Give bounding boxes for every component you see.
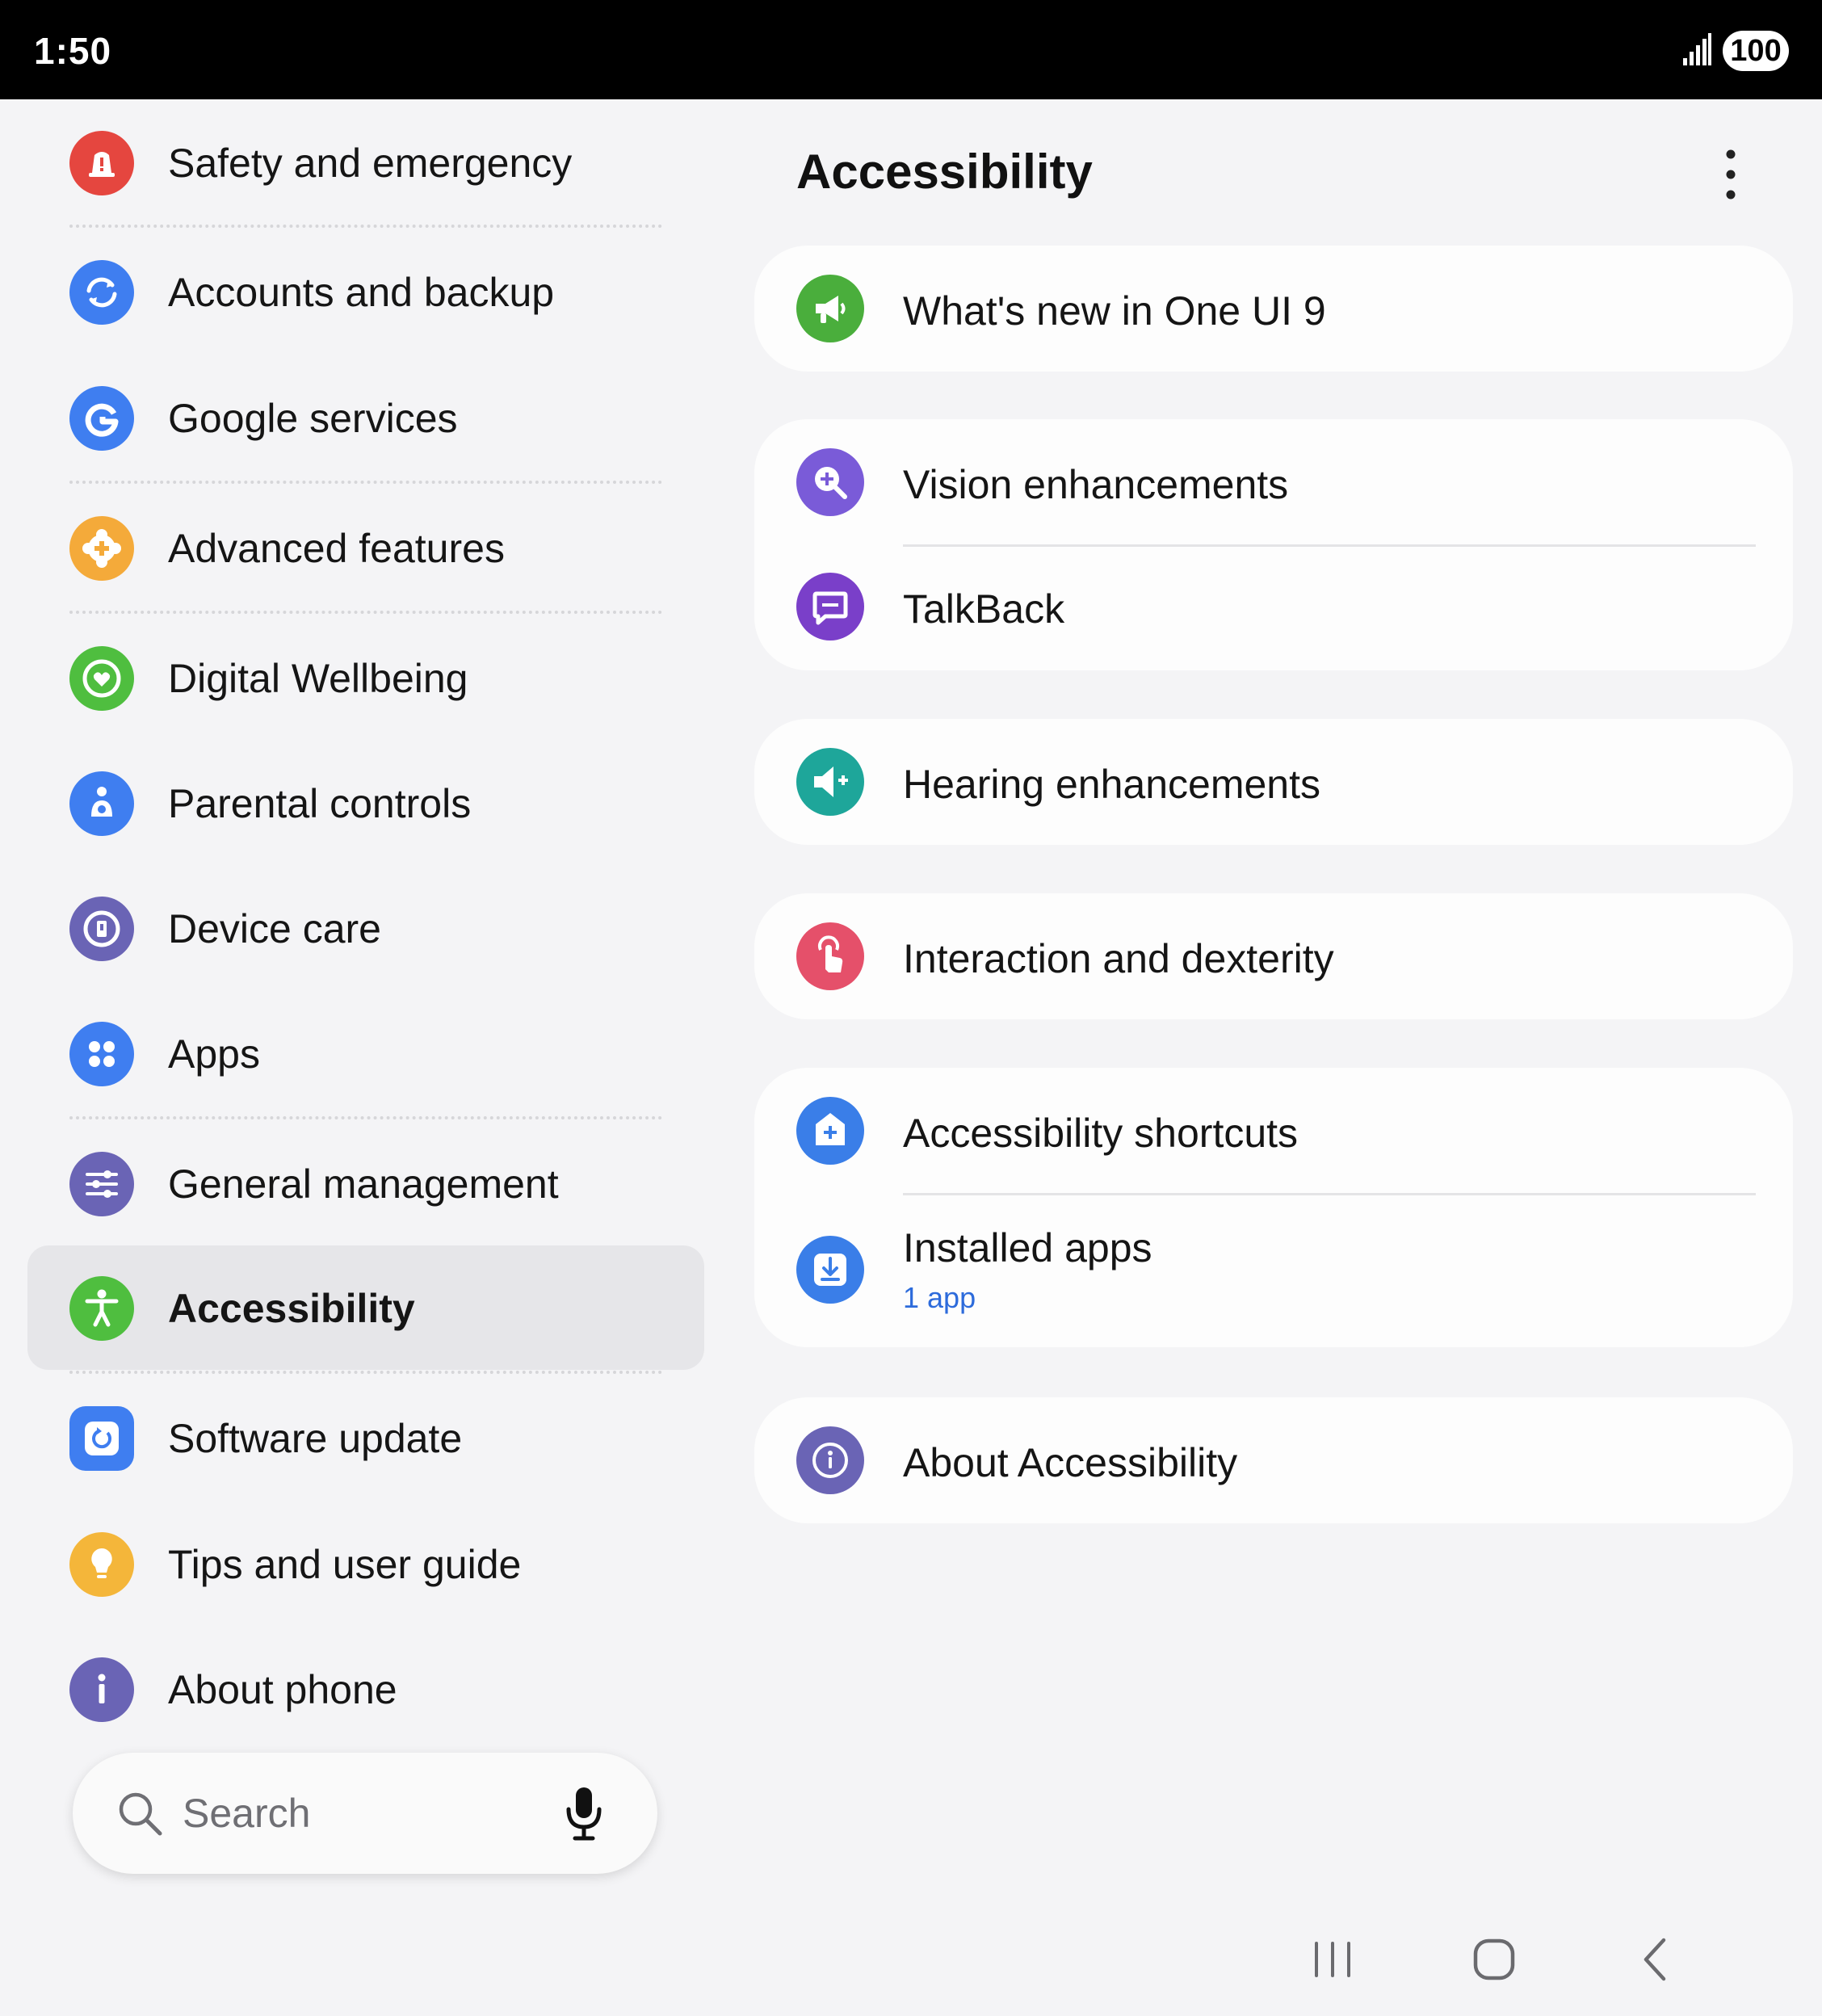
- sliders-icon: [69, 1152, 134, 1216]
- list-item-whats-new[interactable]: What's new in One UI 9: [754, 246, 1793, 372]
- sidebar-item-label: Advanced features: [168, 526, 505, 571]
- recents-icon[interactable]: [1300, 1927, 1365, 1992]
- wellbeing-icon: [69, 646, 134, 711]
- microphone-icon[interactable]: [562, 1785, 606, 1842]
- sidebar-item-digital-wellbeing[interactable]: Digital Wellbeing: [27, 615, 704, 740]
- status-bar: 1:50 100: [0, 0, 1822, 99]
- list-item-hearing-enhancements[interactable]: Hearing enhancements: [754, 719, 1793, 845]
- sidebar-item-google-services[interactable]: Google services: [27, 355, 704, 480]
- row-label: TalkBack: [903, 586, 1065, 632]
- apps-icon: [69, 1022, 134, 1086]
- back-icon[interactable]: [1623, 1927, 1688, 1992]
- search-bar[interactable]: [73, 1753, 657, 1874]
- row-label: Hearing enhancements: [903, 762, 1320, 807]
- sidebar-item-label: Safety and emergency: [168, 141, 573, 186]
- sidebar-item-label: Accounts and backup: [168, 270, 555, 315]
- status-time: 1:50: [34, 30, 112, 72]
- sidebar-item-label: Accessibility: [168, 1286, 415, 1331]
- sidebar-item-parental-controls[interactable]: Parental controls: [27, 741, 704, 865]
- safety-icon: [69, 131, 134, 195]
- info-icon: [69, 1657, 134, 1722]
- sidebar-item-label: General management: [168, 1161, 559, 1207]
- software-update-icon: [69, 1406, 134, 1471]
- sidebar-item-label: About phone: [168, 1667, 397, 1712]
- divider: [69, 1371, 662, 1374]
- row-sublabel: 1 app: [903, 1281, 976, 1314]
- sidebar-item-accessibility[interactable]: Accessibility: [27, 1245, 704, 1370]
- sidebar-item-apps[interactable]: Apps: [27, 991, 704, 1115]
- battery-indicator: 100: [1723, 31, 1789, 71]
- accessibility-icon: [69, 1276, 134, 1341]
- google-icon: [69, 386, 134, 451]
- row-label: Accessibility shortcuts: [903, 1111, 1299, 1156]
- sidebar-item-label: Parental controls: [168, 781, 472, 826]
- talkback-icon: [796, 573, 864, 640]
- home-icon[interactable]: [1462, 1927, 1526, 1992]
- divider: [69, 611, 662, 614]
- list-item-interaction-and-dexterity[interactable]: Interaction and dexterity: [754, 893, 1793, 1019]
- list-item-installed-apps[interactable]: Installed apps 1 app: [754, 1194, 1793, 1347]
- sidebar-item-tips-and-user-guide[interactable]: Tips and user guide: [27, 1502, 704, 1626]
- list-item-accessibility-shortcuts[interactable]: Accessibility shortcuts: [754, 1068, 1793, 1194]
- card-about: About Accessibility: [754, 1397, 1793, 1523]
- row-label: Interaction and dexterity: [903, 936, 1334, 981]
- search-icon: [119, 1792, 162, 1836]
- list-item-about-accessibility[interactable]: About Accessibility: [754, 1397, 1793, 1523]
- sidebar-item-software-update[interactable]: Software update: [27, 1376, 704, 1500]
- download-icon: [796, 1236, 864, 1304]
- row-label: Installed apps: [903, 1225, 1152, 1270]
- list-item-vision-enhancements[interactable]: Vision enhancements: [754, 419, 1793, 545]
- sidebar-item-safety-and-emergency[interactable]: Safety and emergency: [27, 100, 704, 225]
- device-care-icon: [69, 897, 134, 961]
- card-interaction: Interaction and dexterity: [754, 893, 1793, 1019]
- sync-icon: [69, 260, 134, 325]
- parental-icon: [69, 771, 134, 836]
- touch-icon: [796, 922, 864, 990]
- sidebar-item-label: Apps: [168, 1031, 260, 1077]
- sidebar-item-label: Google services: [168, 396, 458, 441]
- sidebar-item-about-phone[interactable]: About phone: [27, 1627, 704, 1751]
- card-vision: Vision enhancements TalkBack: [754, 419, 1793, 670]
- sidebar-item-label: Software update: [168, 1416, 463, 1461]
- divider: [69, 481, 662, 484]
- divider: [69, 1116, 662, 1119]
- advanced-features-icon: [69, 516, 134, 581]
- row-label: Vision enhancements: [903, 462, 1289, 507]
- divider: [69, 225, 662, 228]
- sidebar-item-general-management[interactable]: General management: [27, 1121, 704, 1245]
- sidebar-item-label: Device care: [168, 906, 381, 951]
- info-icon: [796, 1426, 864, 1494]
- lightbulb-icon: [69, 1532, 134, 1597]
- page-title: Accessibility: [796, 145, 1093, 199]
- shortcut-icon: [796, 1097, 864, 1165]
- sidebar-item-accounts-and-backup[interactable]: Accounts and backup: [27, 229, 704, 354]
- sidebar-item-device-care[interactable]: Device care: [27, 866, 704, 990]
- list-item-talkback[interactable]: TalkBack: [754, 545, 1793, 670]
- row-label: What's new in One UI 9: [903, 288, 1326, 334]
- speaker-plus-icon: [796, 748, 864, 816]
- megaphone-icon: [796, 275, 864, 342]
- search-input[interactable]: [183, 1783, 522, 1843]
- card-shortcuts: Accessibility shortcuts Installed apps 1…: [754, 1068, 1793, 1347]
- sidebar-item-label: Digital Wellbeing: [168, 656, 468, 701]
- more-vert-icon[interactable]: [1711, 144, 1751, 205]
- card-hearing: Hearing enhancements: [754, 719, 1793, 845]
- signal-icon: [1683, 33, 1711, 65]
- row-label: About Accessibility: [903, 1440, 1238, 1485]
- sidebar-item-label: Tips and user guide: [168, 1542, 522, 1587]
- card-whats-new: What's new in One UI 9: [754, 246, 1793, 372]
- sidebar-item-advanced-features[interactable]: Advanced features: [27, 485, 704, 610]
- magnifier-plus-icon: [796, 448, 864, 516]
